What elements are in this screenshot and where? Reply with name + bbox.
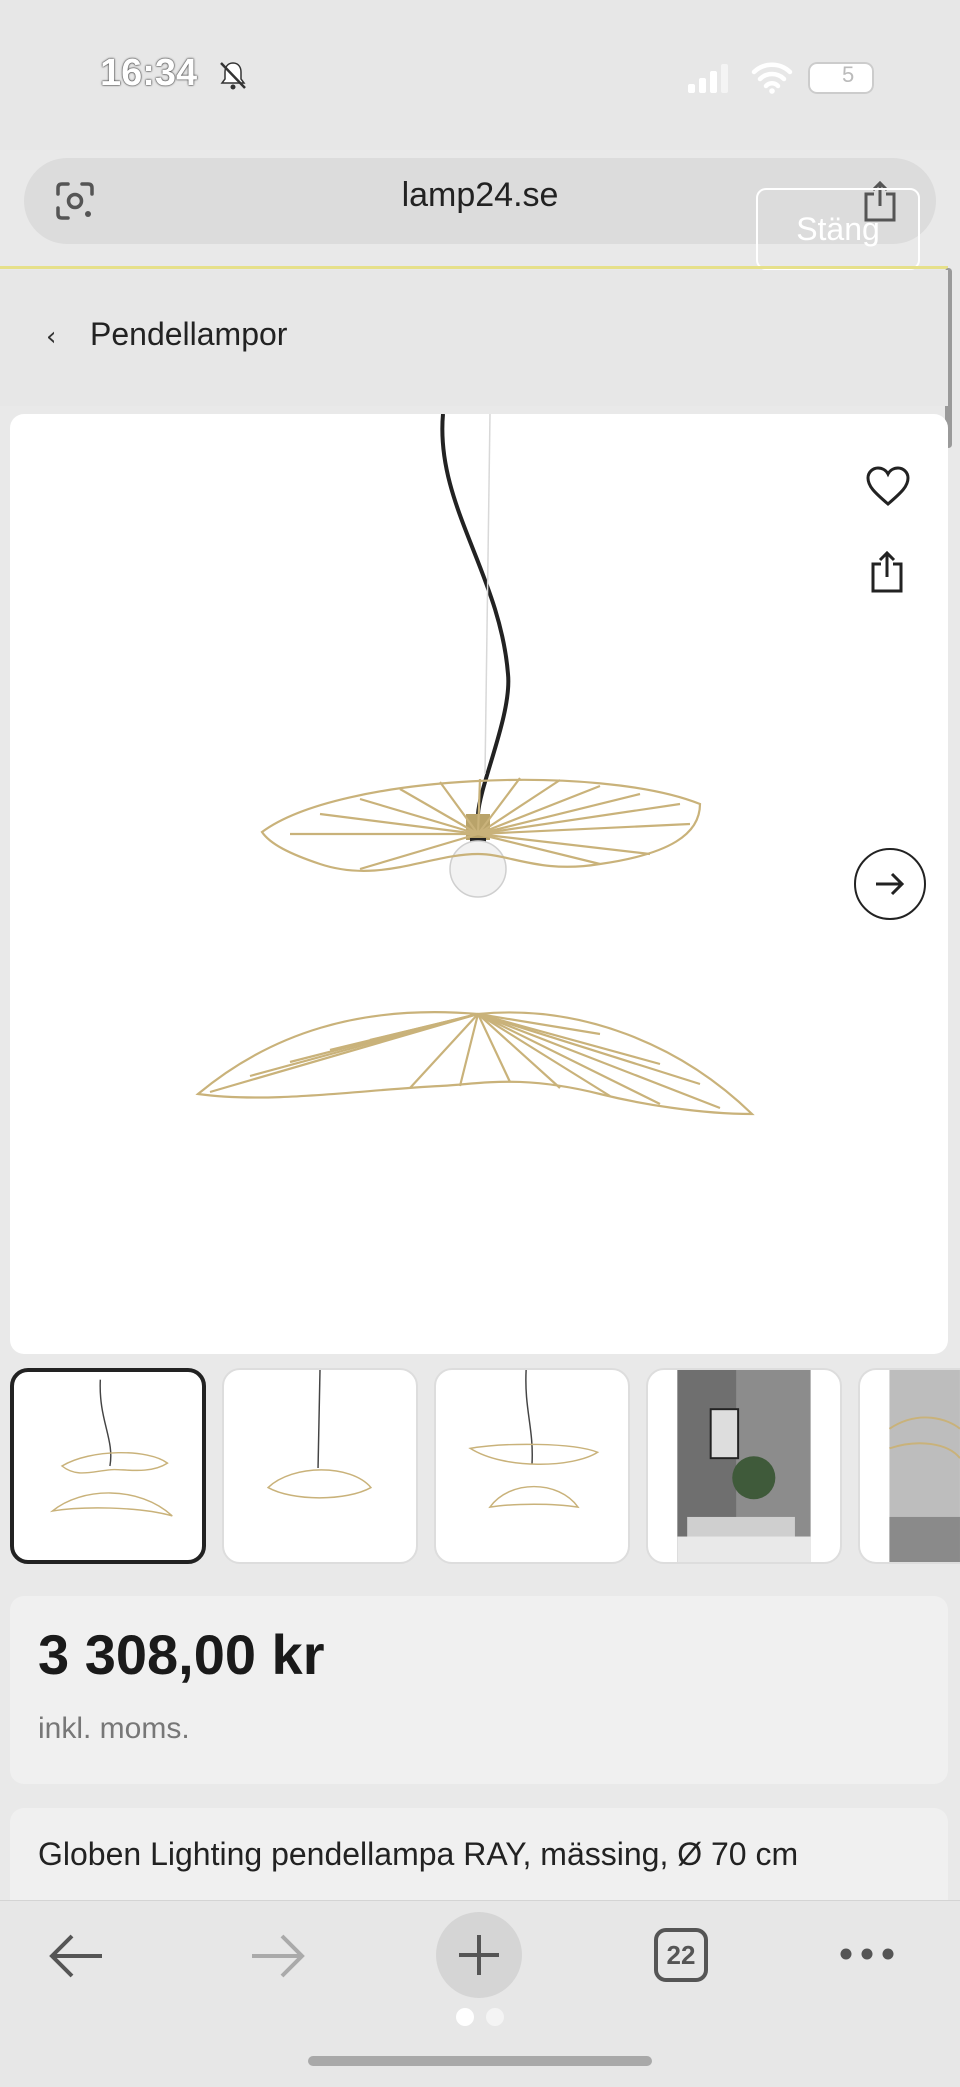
thumbnail-lamp-image [468, 1370, 600, 1509]
plus-icon [459, 1935, 499, 1975]
wifi-icon [751, 62, 793, 94]
thumbnail-5[interactable] [858, 1368, 960, 1564]
breadcrumb-label[interactable]: Pendellampor [90, 316, 287, 353]
forward-arrow-icon[interactable] [248, 1930, 308, 1982]
loading-progress-line [0, 266, 948, 269]
next-image-button[interactable] [854, 848, 926, 920]
arrow-right-icon [876, 872, 905, 896]
thumbnail-room-image [677, 1370, 811, 1562]
product-price: 3 308,00 kr [38, 1623, 325, 1686]
thumbnail-lamp-image [266, 1370, 373, 1499]
battery-icon [808, 62, 874, 94]
share-icon[interactable] [868, 550, 906, 594]
chevron-left-icon[interactable]: ‹ [46, 322, 56, 352]
battery-level: 5 [842, 62, 855, 87]
product-title: Globen Lighting pendellampa RAY, mässing… [38, 1836, 799, 1872]
page-indicator-dot-active [456, 2008, 474, 2026]
cellular-signal-icon [688, 64, 728, 93]
status-time: 16:34 [100, 52, 198, 94]
thumbnail-lamp-image [49, 1379, 173, 1517]
new-tab-button[interactable] [436, 1912, 522, 1998]
close-button[interactable]: Stäng [756, 188, 920, 270]
thumbnail-2[interactable] [222, 1368, 418, 1564]
tabs-button[interactable]: 22 [654, 1928, 708, 1982]
lamp-photo [195, 414, 755, 1116]
thumbnail-3[interactable] [434, 1368, 630, 1564]
thumbnail-4[interactable] [646, 1368, 842, 1564]
thumbnail-room-image [888, 1370, 960, 1562]
more-icon[interactable] [838, 1944, 896, 1964]
page-indicator-dot [486, 2008, 504, 2026]
back-arrow-icon[interactable] [46, 1930, 106, 1982]
bell-slash-icon [220, 62, 246, 90]
thumbnail-1[interactable] [10, 1368, 206, 1564]
home-indicator[interactable] [308, 2056, 652, 2066]
heart-icon[interactable] [864, 464, 912, 508]
vat-note: inkl. moms. [38, 1712, 190, 1745]
